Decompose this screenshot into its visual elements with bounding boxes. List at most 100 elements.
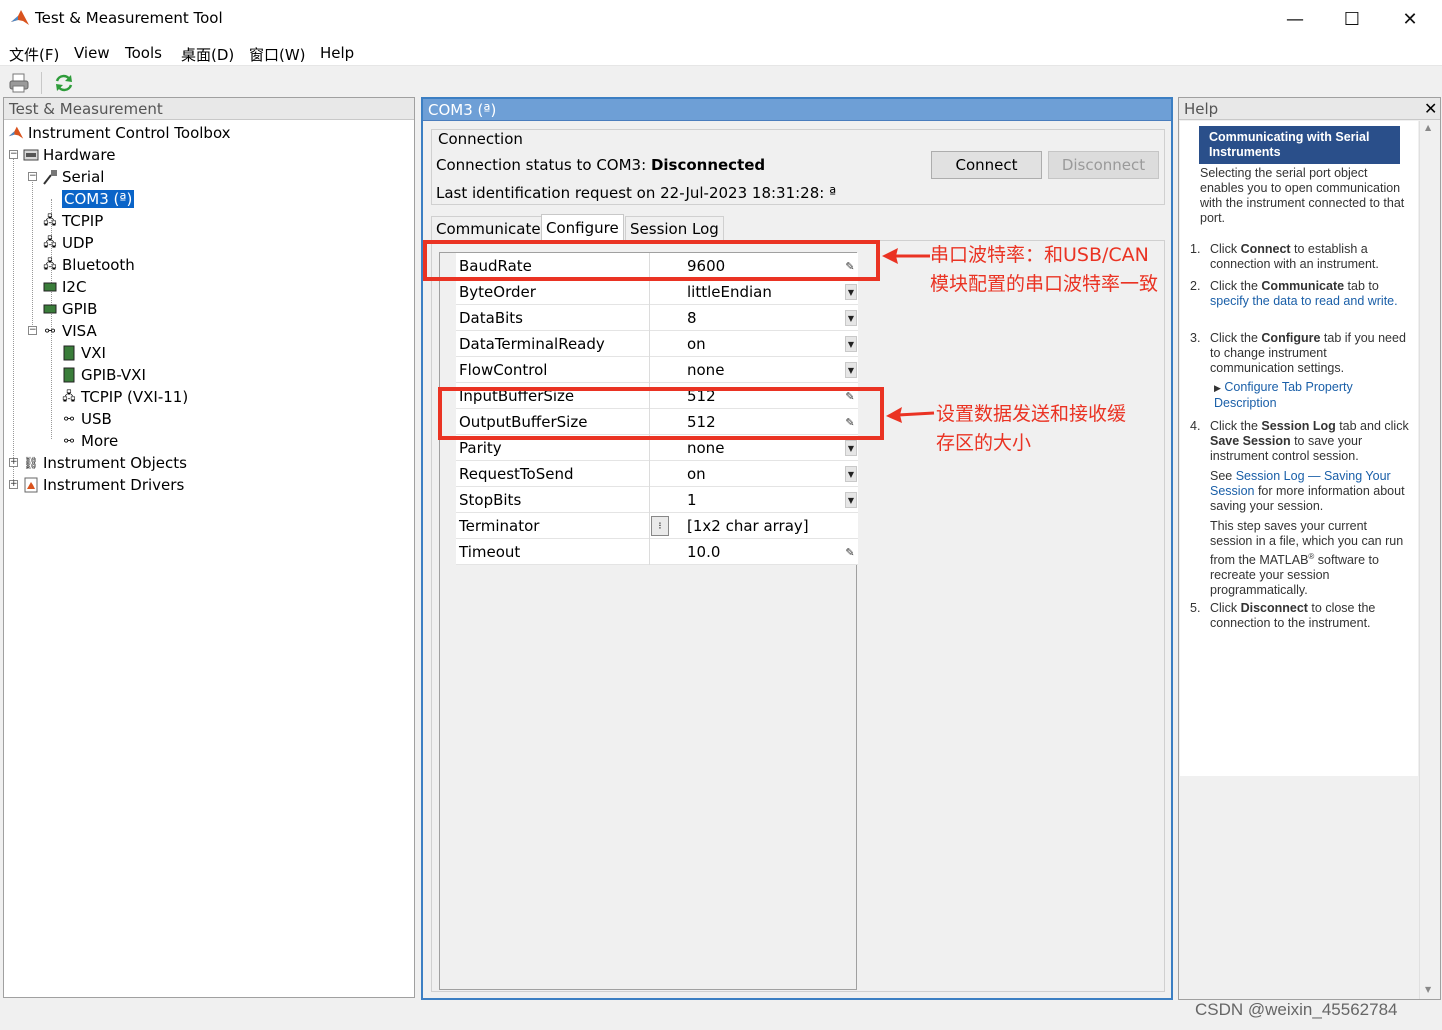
dropdown-arrow-icon[interactable]: ▼ bbox=[845, 440, 857, 456]
property-row-databits[interactable]: DataBits 8 ▼ bbox=[456, 305, 858, 331]
help-link[interactable]: specify the data to read and write. bbox=[1210, 294, 1398, 308]
menu-tools[interactable]: Tools bbox=[125, 44, 162, 62]
refresh-icon[interactable] bbox=[53, 72, 75, 94]
menu-help[interactable]: Help bbox=[320, 44, 354, 62]
print-icon[interactable] bbox=[8, 72, 30, 94]
step-number: 5. bbox=[1190, 601, 1201, 615]
tree-item-com3[interactable]: COM3 (ª) bbox=[62, 188, 135, 210]
scroll-down-icon[interactable]: ▼ bbox=[1425, 985, 1431, 994]
tree-item-visa[interactable]: ⚯ VISA bbox=[42, 320, 97, 342]
tree-item-bluetooth[interactable]: 🖧 Bluetooth bbox=[42, 254, 135, 276]
property-value[interactable]: on bbox=[687, 465, 706, 483]
array-editor-icon[interactable]: ⁝ bbox=[651, 516, 669, 536]
help-link[interactable]: Configure Tab Property Description bbox=[1214, 380, 1353, 410]
step-number: 3. bbox=[1190, 331, 1201, 345]
property-value[interactable]: 10.0 bbox=[687, 543, 720, 561]
dropdown-arrow-icon[interactable]: ▼ bbox=[845, 310, 857, 326]
property-name: RequestToSend bbox=[459, 465, 574, 483]
step-bold: Communicate bbox=[1261, 279, 1345, 293]
tree-item-instrument-drivers[interactable]: Instrument Drivers bbox=[23, 474, 184, 496]
tree-item-gpib[interactable]: GPIB bbox=[42, 298, 97, 320]
tree-label: Instrument Objects bbox=[43, 454, 187, 472]
step-bold: Save Session bbox=[1210, 434, 1291, 448]
expand-icon[interactable]: + bbox=[9, 480, 18, 489]
dropdown-arrow-icon[interactable]: ▼ bbox=[845, 466, 857, 482]
property-name: Terminator bbox=[459, 517, 540, 535]
disconnect-button[interactable]: Disconnect bbox=[1048, 151, 1159, 179]
chip-icon bbox=[42, 279, 58, 295]
tree-item-serial[interactable]: Serial bbox=[42, 166, 104, 188]
tree-item-i2c[interactable]: I2C bbox=[42, 276, 86, 298]
scroll-up-icon[interactable]: ▲ bbox=[1425, 123, 1431, 132]
tree-item-usb[interactable]: ⚯ USB bbox=[61, 408, 112, 430]
tree-label: Serial bbox=[62, 168, 105, 186]
property-row-terminator[interactable]: Terminator ⁝ [1x2 char array] bbox=[456, 513, 858, 539]
objects-icon: ⛓ bbox=[23, 456, 39, 470]
step-text: See bbox=[1210, 469, 1236, 483]
configure-tab-property-link[interactable]: ▶ Configure Tab Property Description bbox=[1214, 380, 1404, 411]
collapse-icon[interactable]: − bbox=[28, 326, 37, 335]
menu-desktop[interactable]: 桌面(D) bbox=[181, 44, 234, 65]
network-icon: 🖧 bbox=[62, 388, 76, 403]
arrow-icon bbox=[886, 407, 935, 423]
help-step-3: Click the Configure tab if you need to c… bbox=[1210, 331, 1410, 376]
panel-header: Test & Measurement bbox=[4, 98, 414, 120]
property-row-requesttosend[interactable]: RequestToSend on ▼ bbox=[456, 461, 858, 487]
column-divider bbox=[649, 513, 650, 539]
property-row-dataterminalready[interactable]: DataTerminalReady on ▼ bbox=[456, 331, 858, 357]
tab-communicate[interactable]: Communicate bbox=[431, 216, 546, 240]
tree-item-hardware[interactable]: Hardware bbox=[23, 144, 115, 166]
tree-item-tcpip[interactable]: 🖧 TCPIP bbox=[42, 210, 103, 232]
tree-root[interactable]: Instrument Control Toolbox bbox=[8, 122, 231, 144]
property-row-timeout[interactable]: Timeout 10.0 ✎ bbox=[456, 539, 858, 565]
menu-view[interactable]: View bbox=[74, 44, 110, 62]
maximize-button[interactable]: ☐ bbox=[1323, 0, 1381, 38]
property-value[interactable]: 8 bbox=[687, 309, 697, 327]
tree-item-gpib-vxi[interactable]: GPIB-VXI bbox=[61, 364, 146, 386]
property-row-flowcontrol[interactable]: FlowControl none ▼ bbox=[456, 357, 858, 383]
step-text: Click bbox=[1210, 242, 1241, 256]
property-value[interactable]: none bbox=[687, 439, 724, 457]
tree-item-vxi[interactable]: VXI bbox=[61, 342, 106, 364]
dropdown-arrow-icon[interactable]: ▼ bbox=[845, 362, 857, 378]
column-divider bbox=[649, 331, 650, 357]
tree-item-udp[interactable]: 🖧 UDP bbox=[42, 232, 93, 254]
pencil-icon[interactable]: ✎ bbox=[844, 544, 856, 560]
tree-item-more[interactable]: ⚯ More bbox=[61, 430, 118, 452]
property-value[interactable]: 1 bbox=[687, 491, 697, 509]
property-value[interactable]: none bbox=[687, 361, 724, 379]
help-scrollbar[interactable]: ▲ ▼ bbox=[1419, 121, 1440, 999]
tab-session-log[interactable]: Session Log bbox=[625, 216, 724, 240]
step-bold: Connect bbox=[1240, 242, 1291, 256]
matlab-logo-icon bbox=[11, 10, 29, 25]
collapse-icon[interactable]: − bbox=[28, 172, 37, 181]
panel-header: COM3 (ª) bbox=[423, 99, 1171, 121]
property-name: Parity bbox=[459, 439, 502, 457]
close-icon[interactable]: ✕ bbox=[1424, 99, 1437, 118]
tree-item-instrument-objects[interactable]: ⛓ Instrument Objects bbox=[23, 452, 187, 474]
tree-item-tcpip-vxi[interactable]: 🖧 TCPIP (VXI-11) bbox=[61, 386, 188, 408]
property-row-byteorder[interactable]: ByteOrder littleEndian ▼ bbox=[456, 279, 858, 305]
menu-file[interactable]: 文件(F) bbox=[9, 44, 59, 65]
tree-label: VXI bbox=[81, 344, 106, 362]
close-button[interactable]: ✕ bbox=[1381, 0, 1439, 38]
step-number: 4. bbox=[1190, 419, 1201, 433]
tab-configure[interactable]: Configure bbox=[541, 214, 624, 240]
step-bold: Session Log bbox=[1261, 419, 1336, 433]
expand-icon[interactable]: + bbox=[9, 458, 18, 467]
menu-window[interactable]: 窗口(W) bbox=[249, 44, 306, 65]
connect-button[interactable]: Connect bbox=[931, 151, 1042, 179]
network-icon: 🖧 bbox=[43, 234, 57, 249]
property-value[interactable]: on bbox=[687, 335, 706, 353]
minimize-button[interactable]: — bbox=[1266, 0, 1324, 38]
dropdown-arrow-icon[interactable]: ▼ bbox=[845, 284, 857, 300]
collapse-icon[interactable]: − bbox=[9, 150, 18, 159]
property-value[interactable]: [1x2 char array] bbox=[687, 517, 809, 535]
help-intro: Selecting the serial port object enables… bbox=[1200, 166, 1405, 225]
property-row-stopbits[interactable]: StopBits 1 ▼ bbox=[456, 487, 858, 513]
help-step-5: Click Disconnect to close the connection… bbox=[1210, 601, 1410, 631]
dropdown-arrow-icon[interactable]: ▼ bbox=[845, 336, 857, 352]
property-value[interactable]: littleEndian bbox=[687, 283, 772, 301]
help-title: Communicating with Serial Instruments bbox=[1199, 126, 1400, 164]
dropdown-arrow-icon[interactable]: ▼ bbox=[845, 492, 857, 508]
